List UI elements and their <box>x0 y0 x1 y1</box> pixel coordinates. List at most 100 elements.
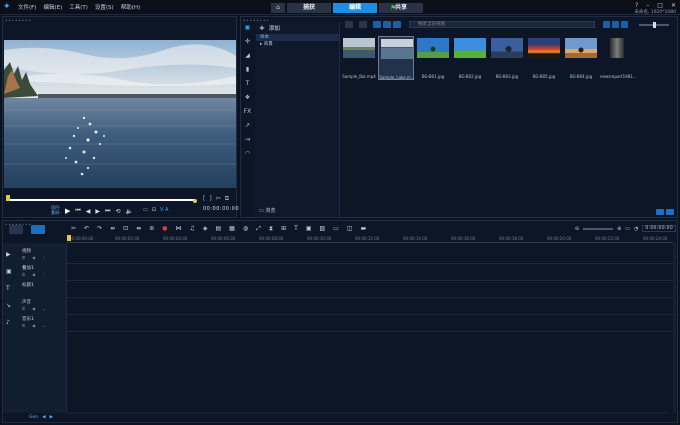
video-clip-icon[interactable]: ▮ <box>246 66 249 73</box>
lock-icon[interactable]: ⚿ <box>22 255 25 260</box>
graphics-icon[interactable]: ❖ <box>245 94 250 101</box>
thumbnail-item[interactable]: newsreport1981... <box>600 36 636 80</box>
timeline-zoom-slider[interactable] <box>583 227 614 230</box>
menu-tools[interactable]: 工具(T) <box>69 3 88 11</box>
track-header[interactable]: ▶ 视频 ⚿ ◀ ⋮ <box>3 247 67 264</box>
sort-icon[interactable] <box>359 21 367 28</box>
thumbnail-view-icon[interactable] <box>603 21 610 28</box>
lens-icon[interactable]: ◫ <box>347 225 353 233</box>
redo-icon[interactable]: ↷ <box>97 225 102 233</box>
trim-end-marker[interactable] <box>193 199 197 203</box>
add-folder-button[interactable]: + 添加 <box>259 24 280 32</box>
menu-edit[interactable]: 编辑(E) <box>43 3 62 11</box>
split-tool-icon[interactable]: ⇼ <box>136 225 141 233</box>
menu-settings[interactable]: 设置(S) <box>95 3 114 11</box>
transition-icon[interactable]: ◢ <box>245 52 250 59</box>
mute-icon[interactable]: ◀ <box>32 255 35 260</box>
auto-music-icon[interactable]: ♫ <box>189 225 194 233</box>
help-icon[interactable]: ? <box>635 2 638 9</box>
cut-icon[interactable]: ✂ <box>71 225 76 233</box>
thumbnail-item[interactable]: BG-B04.jpg <box>563 36 599 80</box>
lock-icon[interactable]: ⚿ <box>22 306 25 311</box>
go-start-icon[interactable]: ⏮ <box>75 207 80 215</box>
play-icon[interactable]: ▶ <box>65 207 70 215</box>
lock-icon[interactable]: ⚿ <box>22 272 25 277</box>
va-toggle[interactable]: V A <box>160 207 168 213</box>
enlarge-icon[interactable]: ⧉ <box>225 195 229 203</box>
time-remap-icon[interactable]: ⧗ <box>269 225 273 233</box>
zoom-in-icon[interactable]: ⊕ <box>617 226 621 232</box>
mark-in-icon[interactable]: [ <box>203 195 205 203</box>
thumbnail-item[interactable]: Sample_Bal.mp4 <box>341 36 377 80</box>
thumbnail-item[interactable]: BG-B03.jpg <box>489 36 525 80</box>
title-icon[interactable]: T <box>246 80 250 87</box>
playhead[interactable] <box>67 235 71 241</box>
preview-timecode[interactable]: 00:00:00:00 <box>203 206 239 212</box>
mask-icon[interactable]: ◍ <box>243 225 248 233</box>
list-view-icon[interactable] <box>612 21 619 28</box>
export-clip-icon[interactable]: ▬ <box>361 225 367 233</box>
mute-icon[interactable]: ◀ <box>32 272 35 277</box>
thumbnail-size-knob[interactable] <box>653 22 656 28</box>
update-flag-icon[interactable]: ⚑ <box>390 4 396 12</box>
pan-zoom-icon[interactable]: ⤢ <box>256 225 261 233</box>
mixer-icon[interactable]: ⋈ <box>175 225 181 233</box>
instant-project-icon[interactable]: ✣ <box>245 38 250 45</box>
track-header[interactable]: ▣ 叠加1 ⚿ ◀ ⋮ <box>3 264 67 281</box>
track-lane[interactable] <box>67 281 673 298</box>
browse-button[interactable]: ▭ 浏览 <box>259 207 275 214</box>
zoom-out-icon[interactable]: ⊖ <box>575 226 579 232</box>
panel-grip[interactable]: •••••••• <box>5 18 32 23</box>
track-lane[interactable] <box>67 315 673 332</box>
minimize-icon[interactable]: – <box>646 2 649 9</box>
track-lane[interactable] <box>67 264 673 281</box>
audio-icon[interactable]: ◠ <box>245 150 250 157</box>
options-icon[interactable] <box>656 209 664 215</box>
folder-samples[interactable]: 样本 <box>256 34 339 41</box>
time-ruler[interactable]: 00:00:00:00 00:00:02:00 00:00:04:00 00:0… <box>67 235 673 243</box>
ripple-icon[interactable]: ⋮ <box>42 272 46 277</box>
multicam-icon[interactable]: ▦ <box>229 225 235 233</box>
scroll-right-icon[interactable]: ▶ <box>50 415 53 420</box>
thumbnail-item[interactable]: BG-B02.jpg <box>452 36 488 80</box>
media-icon[interactable]: ▣ <box>245 24 251 31</box>
footer-label[interactable]: Gen <box>29 415 38 420</box>
tab-edit[interactable]: 编辑 <box>333 3 377 13</box>
crop-tool-icon[interactable]: ⊡ <box>123 225 128 233</box>
timeline-view-icon[interactable] <box>31 225 45 234</box>
stabilize-icon[interactable]: ▣ <box>306 225 312 233</box>
crop-icon[interactable]: ⊡ <box>152 207 156 213</box>
menu-file[interactable]: 文件(F) <box>18 3 36 11</box>
home-tab-icon[interactable]: ⌂ <box>271 3 285 13</box>
horizontal-scrollbar[interactable] <box>67 412 667 414</box>
thumbnail-item[interactable]: Sample_Lake.m... <box>378 36 415 80</box>
detail-view-icon[interactable] <box>621 21 628 28</box>
track-lanes[interactable] <box>67 243 673 413</box>
volume-icon[interactable]: 🔈 <box>125 208 132 215</box>
mute-icon[interactable]: ◀ <box>32 306 35 311</box>
next-frame-icon[interactable]: ▶ <box>95 208 100 215</box>
path-icon[interactable]: ↝ <box>245 136 250 143</box>
timeline-timecode[interactable]: 0:00:00:00 <box>642 225 676 232</box>
fit-icon[interactable]: ⇹ <box>110 225 115 233</box>
motion-tracking-icon[interactable]: ⊛ <box>149 225 154 233</box>
track-header[interactable]: ♪ 音乐1 ⚿ ◀ ⌄ <box>3 315 67 332</box>
title-tool-icon[interactable]: T <box>294 225 298 233</box>
mark-out-icon[interactable]: ] <box>209 195 211 203</box>
scroll-left-icon[interactable]: ◀ <box>42 415 45 420</box>
thumbnail-item[interactable]: BG-B01.jpg <box>415 36 451 80</box>
mode-clip[interactable]: 素材- <box>51 210 60 215</box>
subtitle-icon[interactable]: ▤ <box>215 225 221 233</box>
record-icon[interactable]: ● <box>162 225 167 233</box>
undo-icon[interactable]: ↶ <box>84 225 89 233</box>
fit-project-icon[interactable]: ▭ <box>625 226 630 232</box>
go-end-icon[interactable]: ⏭ <box>105 207 110 215</box>
panel-toggle-icon[interactable] <box>666 209 674 215</box>
tab-capture[interactable]: 捕获 <box>287 3 331 13</box>
filter-video-icon[interactable] <box>373 21 381 28</box>
trim-start-marker[interactable] <box>6 195 10 201</box>
camera-icon[interactable]: ▭ <box>333 225 339 233</box>
import-icon[interactable] <box>345 21 353 28</box>
folder-backgrounds[interactable]: ▸ 背景 <box>256 41 339 48</box>
fx-icon[interactable]: FX <box>244 108 252 115</box>
